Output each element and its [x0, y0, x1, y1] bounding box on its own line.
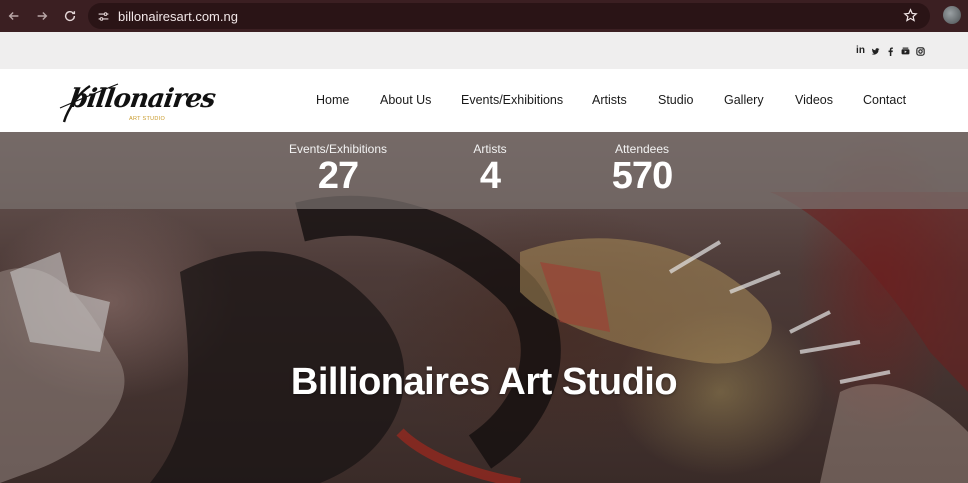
arrow-right-icon — [37, 12, 48, 20]
linkedin-icon[interactable]: in — [856, 46, 865, 56]
star-icon — [903, 8, 918, 22]
main-nav: Home About Us Events/Exhibitions Artists… — [0, 93, 968, 109]
hero-title: Billionaires Art Studio — [290, 361, 678, 403]
facebook-icon[interactable] — [886, 46, 895, 56]
nav-about-us[interactable]: About Us — [380, 93, 431, 107]
site-info-button[interactable] — [92, 5, 114, 27]
nav-videos[interactable]: Videos — [795, 93, 833, 107]
social-bar: in — [0, 32, 968, 69]
browser-toolbar: billonairesart.com.ng — [0, 0, 968, 32]
url-text: billonairesart.com.ng — [118, 8, 238, 24]
reload-icon — [64, 10, 76, 22]
stat-value: 27 — [317, 155, 359, 197]
forward-button[interactable] — [28, 2, 56, 30]
twitter-icon[interactable] — [871, 47, 880, 56]
hero-section: Events/Exhibitions 27 Artists 4 Attendee… — [0, 132, 968, 483]
stat-label: Events/Exhibitions — [288, 142, 388, 156]
address-bar[interactable]: billonairesart.com.ng — [88, 3, 930, 29]
stat-label: Attendees — [614, 142, 670, 156]
stat-attendees: Attendees 570 — [603, 142, 681, 196]
back-button[interactable] — [0, 2, 28, 30]
profile-avatar[interactable] — [943, 6, 961, 24]
site-header: billonaires ART STUDIO Home About Us Eve… — [0, 69, 968, 132]
nav-gallery[interactable]: Gallery — [724, 93, 764, 107]
logo-subtitle: ART STUDIO — [129, 116, 166, 122]
nav-events-exhibitions[interactable]: Events/Exhibitions — [461, 93, 563, 107]
stats-band: Events/Exhibitions 27 Artists 4 Attendee… — [0, 132, 968, 209]
stat-events: Events/Exhibitions 27 — [288, 142, 388, 196]
reload-button[interactable] — [56, 2, 84, 30]
nav-artists[interactable]: Artists — [592, 93, 627, 107]
social-links: in — [856, 46, 925, 56]
nav-home[interactable]: Home — [316, 93, 349, 107]
bookmark-button[interactable] — [903, 8, 918, 28]
stat-value: 4 — [479, 155, 501, 197]
nav-studio[interactable]: Studio — [658, 93, 693, 107]
youtube-icon[interactable] — [901, 47, 910, 56]
nav-contact[interactable]: Contact — [863, 93, 906, 107]
stat-artists: Artists 4 — [460, 142, 520, 196]
tune-icon — [98, 11, 108, 21]
arrow-left-icon — [8, 12, 19, 20]
stat-value: 570 — [611, 155, 673, 197]
stat-label: Artists — [473, 142, 507, 156]
instagram-icon[interactable] — [916, 46, 925, 56]
